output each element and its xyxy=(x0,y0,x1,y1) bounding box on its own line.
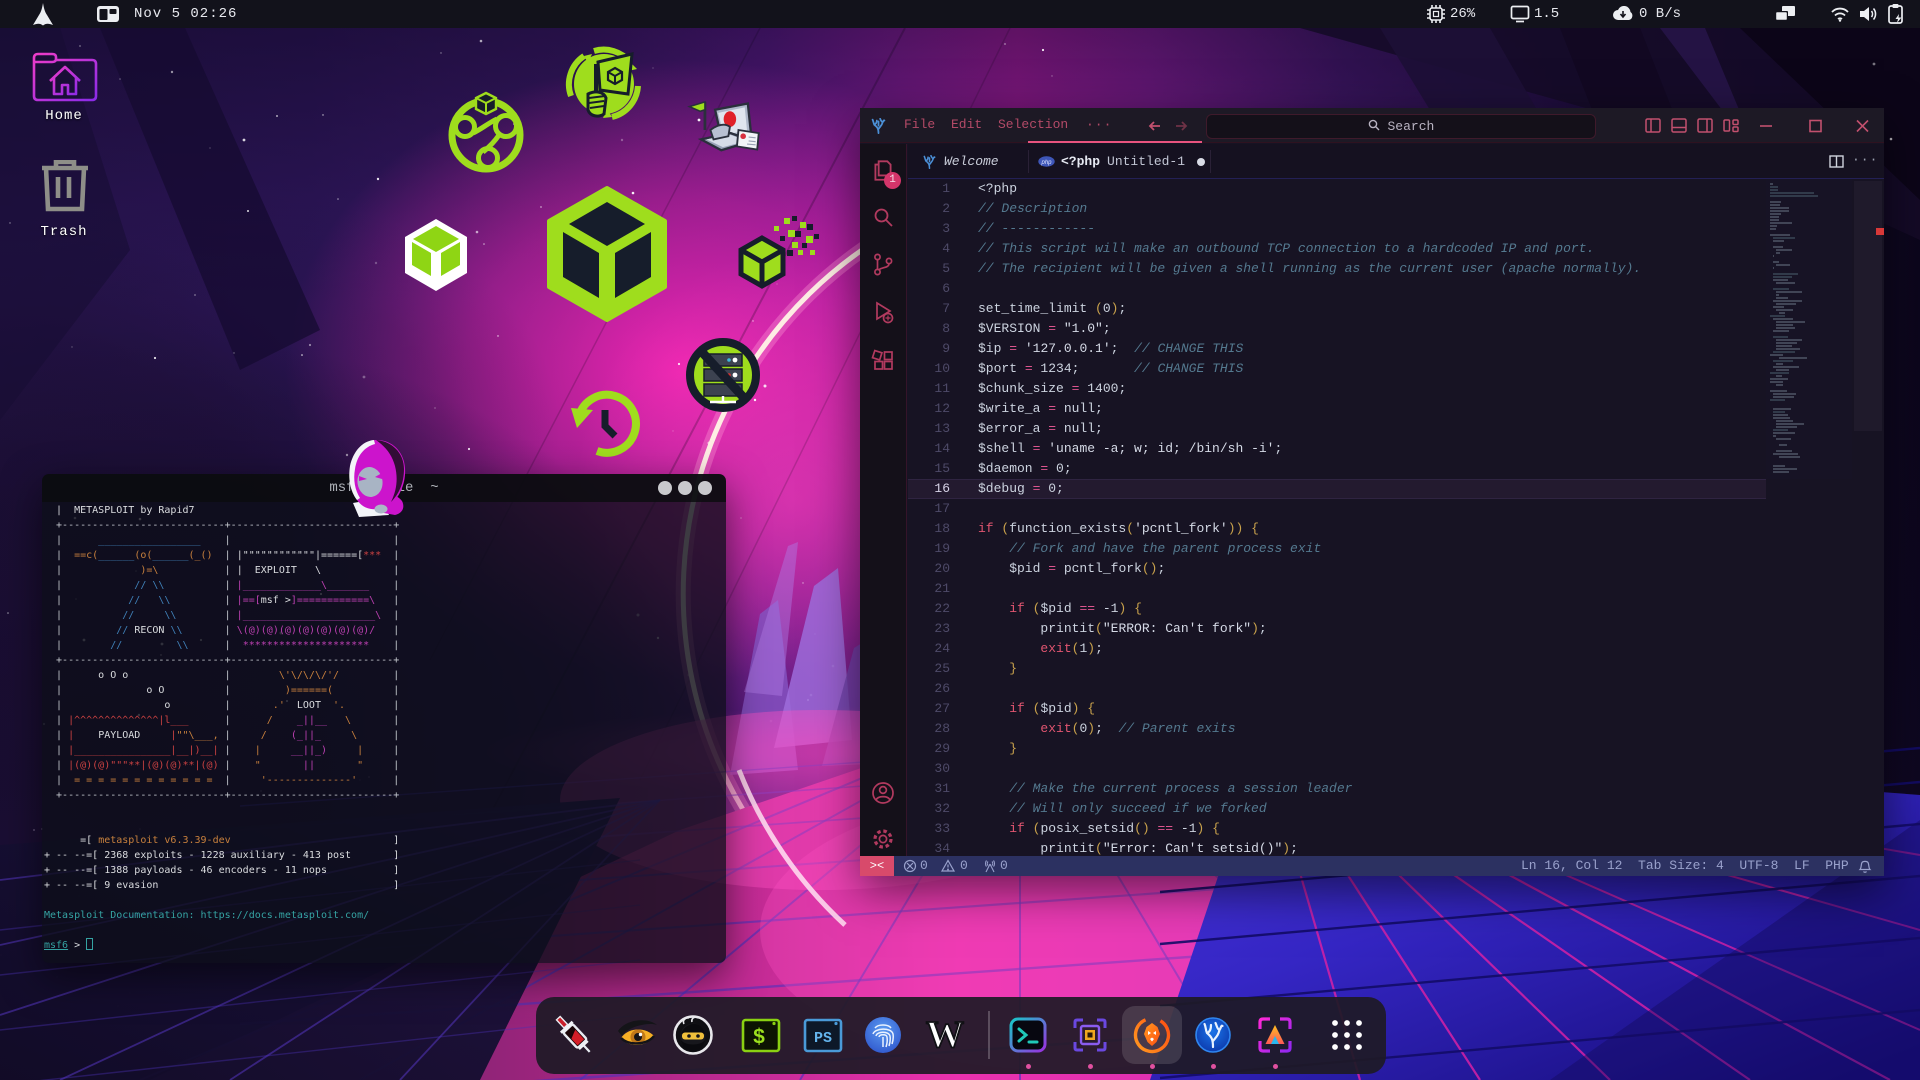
svg-text:W: W xyxy=(926,1014,964,1056)
svg-text:PS: PS xyxy=(814,1030,832,1047)
svg-text:$: $ xyxy=(753,1027,766,1050)
